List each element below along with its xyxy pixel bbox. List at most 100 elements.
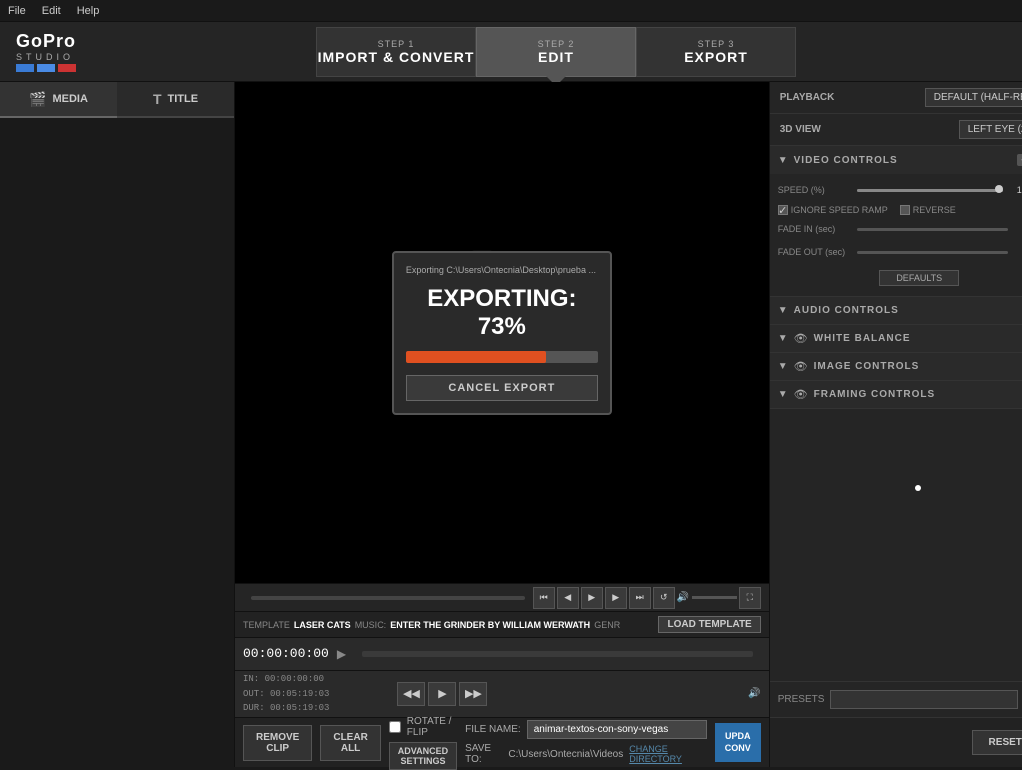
in-time: IN: 00:00:00:00	[243, 672, 329, 686]
image-chevron: ▼	[778, 361, 788, 372]
speed-options: ✓ IGNORE SPEED RAMP REVERSE	[778, 205, 1022, 215]
template-value: LASER CATS	[294, 620, 351, 630]
step-1-name: IMPORT & CONVERT	[318, 49, 475, 65]
ignore-speed-ramp-label: IGNORE SPEED RAMP	[791, 205, 888, 215]
transport-next-frame[interactable]: ▶	[605, 587, 627, 609]
step-2[interactable]: STEP 2 EDIT	[476, 27, 636, 77]
dur-time: DUR: 00:05:19:03	[243, 701, 329, 715]
audio-chevron: ▼	[778, 305, 788, 316]
video-controls-header[interactable]: ▼ VIDEO CONTROLS +2 x2	[770, 146, 1022, 174]
save-to-path: C:\Users\Ontecnia\Videos	[508, 749, 623, 760]
image-controls-section[interactable]: ▼ 👁 IMAGE CONTROLS	[770, 353, 1022, 381]
audio-controls-label: AUDIO CONTROLS	[794, 305, 1022, 316]
logo-block-3	[58, 64, 76, 72]
speed-row: SPEED (%) 100 < >	[778, 180, 1022, 200]
audio-controls-section[interactable]: ▼ AUDIO CONTROLS	[770, 297, 1022, 325]
media-content-area	[0, 118, 234, 767]
transport-loop[interactable]: ↺	[653, 587, 675, 609]
tab-media-label: MEDIA	[52, 93, 87, 105]
export-progress-bar	[406, 351, 598, 363]
step-2-name: EDIT	[538, 49, 574, 65]
step-3-name: EXPORT	[684, 49, 748, 65]
template-bar: TEMPLATE LASER CATS MUSIC: ENTER THE GRI…	[235, 611, 769, 637]
transport-fullscreen[interactable]: ⛶	[739, 587, 761, 609]
tl-play[interactable]: ▶	[428, 682, 456, 706]
tab-media[interactable]: 🎬 MEDIA	[0, 82, 117, 118]
speed-value: 100	[1007, 185, 1022, 195]
view-section: 3D VIEW LEFT EYE (2D)	[770, 114, 1022, 146]
reverse-checkbox[interactable]	[900, 205, 910, 215]
presets-input[interactable]	[830, 690, 1017, 709]
timeline-track[interactable]	[362, 651, 753, 657]
right-bottom-bar: RESET ALL	[770, 717, 1022, 767]
load-template-button[interactable]: LOAD TEMPLATE	[658, 616, 760, 633]
tab-title[interactable]: T TITLE	[117, 82, 234, 118]
change-directory-button[interactable]: CHANGE DIRECTORY	[629, 744, 706, 764]
fade-in-label: FADE IN (sec)	[778, 224, 853, 234]
export-progress-fill	[406, 351, 546, 363]
presets-bar: PRESETS ADD	[770, 681, 1022, 717]
logo-studio: STUDIO	[16, 52, 76, 62]
tl-rewind[interactable]: ◀◀	[397, 682, 425, 706]
defaults-button[interactable]: DEFAULTS	[879, 270, 959, 286]
rotate-flip-checkbox[interactable]	[389, 721, 401, 733]
framing-controls-eye-icon: 👁	[794, 388, 808, 401]
badge-plus2: +2	[1017, 154, 1022, 166]
playback-label: PLAYBACK	[780, 92, 925, 103]
center-panel: Exporting C:\Users\Ontecnia\Desktop\prue…	[235, 82, 769, 767]
export-status: EXPORTING: 73%	[406, 285, 598, 341]
save-to-label: SAVE TO:	[465, 743, 502, 765]
file-name-section: FILE NAME: SAVE TO: C:\Users\Ontecnia\Vi…	[465, 720, 707, 765]
logo: GoPro STUDIO	[16, 31, 76, 72]
menu-help[interactable]: Help	[77, 5, 100, 17]
video-controls-section: ▼ VIDEO CONTROLS +2 x2 SPEED (%) 100 < >	[770, 146, 1022, 297]
rotate-flip-label: ROTATE / FLIP	[407, 716, 457, 738]
white-balance-section[interactable]: ▼ 👁 WHITE BALANCE PICK	[770, 325, 1022, 353]
clear-all-button[interactable]: CLEAR ALL	[320, 725, 380, 761]
video-controls-label: VIDEO CONTROLS	[794, 155, 1017, 166]
transport-skip-end[interactable]: ⏭	[629, 587, 651, 609]
transport-prev-frame[interactable]: ◀	[557, 587, 579, 609]
music-label: MUSIC:	[355, 620, 387, 630]
video-controls-chevron: ▼	[778, 155, 788, 166]
reset-all-button[interactable]: RESET ALL	[972, 730, 1022, 755]
menu-bar: File Edit Help	[0, 0, 1022, 22]
ignore-speed-ramp-checkbox[interactable]: ✓	[778, 205, 788, 215]
speed-label: SPEED (%)	[778, 185, 853, 195]
genre-label: GENR	[594, 620, 620, 630]
logo-gopro: GoPro	[16, 31, 76, 52]
remove-clip-button[interactable]: REMOVE CLIP	[243, 725, 312, 761]
bottom-controls: REMOVE CLIP CLEAR ALL ROTATE / FLIP ADVA…	[235, 717, 769, 767]
transport-play[interactable]: ▶	[581, 587, 603, 609]
step-1[interactable]: STEP 1 IMPORT & CONVERT	[316, 27, 476, 77]
step-3[interactable]: STEP 3 EXPORT	[636, 27, 796, 77]
steps-nav: STEP 1 IMPORT & CONVERT STEP 2 EDIT STEP…	[316, 27, 796, 77]
video-preview: Exporting C:\Users\Ontecnia\Desktop\prue…	[235, 82, 769, 583]
out-time: OUT: 00:05:19:03	[243, 687, 329, 701]
advanced-settings-button[interactable]: ADVANCED SETTINGS	[389, 742, 457, 770]
fade-in-slider[interactable]	[857, 228, 1008, 231]
white-balance-eye-icon: 👁	[794, 332, 808, 345]
playback-dropdown[interactable]: DEFAULT (HALF-RES)	[925, 88, 1022, 107]
file-name-input[interactable]	[527, 720, 707, 739]
fade-in-value: 0	[1012, 224, 1022, 234]
speed-slider[interactable]	[857, 189, 1003, 192]
playback-scrubber-bar: ⏮ ◀ ▶ ▶ ⏭ ↺ 🔊 ⛶	[235, 583, 769, 611]
framing-controls-section[interactable]: ▼ 👁 FRAMING CONTROLS	[770, 381, 1022, 409]
reverse-item: REVERSE	[900, 205, 956, 215]
view-dropdown[interactable]: LEFT EYE (2D)	[959, 120, 1022, 139]
defaults-row: DEFAULTS	[778, 266, 1022, 290]
fade-out-slider[interactable]	[857, 251, 1008, 254]
transport-skip-start[interactable]: ⏮	[533, 587, 555, 609]
header: GoPro STUDIO STEP 1 IMPORT & CONVERT STE…	[0, 22, 1022, 82]
tl-forward[interactable]: ▶▶	[459, 682, 487, 706]
white-balance-chevron: ▼	[778, 333, 788, 344]
timeline-scrubber[interactable]	[251, 596, 525, 600]
menu-edit[interactable]: Edit	[42, 5, 61, 17]
cancel-export-button[interactable]: CANCEL EXPORT	[406, 375, 598, 401]
menu-file[interactable]: File	[8, 5, 26, 17]
update-convert-button[interactable]: UPDACONV	[715, 723, 761, 762]
step-3-number: STEP 3	[698, 39, 735, 49]
fade-in-row: FADE IN (sec) 0 < >	[778, 220, 1022, 238]
logo-color-blocks	[16, 64, 76, 72]
